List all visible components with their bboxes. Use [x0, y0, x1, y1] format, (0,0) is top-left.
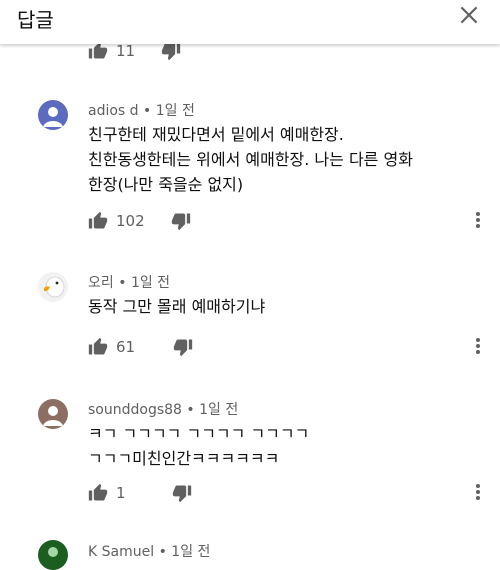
comment-actions: 1 [0, 482, 500, 504]
comment-time: 1일 전 [155, 103, 195, 119]
comment-line: ㅋㄱ ㄱㄱㄱㄱ ㄱㄱㄱㄱ ㄱㄱㄱㄱ [88, 424, 310, 443]
comment-actions: 102 [0, 210, 500, 232]
meta-separator: • [143, 103, 156, 119]
comment-time: 1일 전 [171, 544, 211, 560]
user-avatar-icon [43, 406, 63, 426]
dislike-button[interactable] [173, 337, 193, 357]
like-count: 102 [116, 212, 145, 230]
comment-meta: sounddogs88 • 1일 전 [88, 399, 238, 419]
thumbs-down-icon [172, 485, 191, 503]
replies-header: 답글 [0, 0, 500, 44]
more-options-button[interactable] [474, 336, 482, 356]
thumbs-down-icon [161, 43, 181, 61]
comment-time: 1일 전 [130, 275, 171, 291]
thumbs-down-icon [173, 339, 193, 357]
duck-avatar-icon [44, 276, 65, 298]
header-title: 답글 [17, 8, 54, 32]
meta-separator: • [118, 275, 131, 291]
comment-actions: 61 [0, 336, 500, 358]
avatar[interactable] [38, 100, 68, 130]
comment-text: 친구한테 재밌다면서 밑에서 예매한장. 친한동생한테는 위에서 예매한장. 나… [88, 122, 413, 197]
author-name[interactable]: sounddogs88 [88, 402, 182, 418]
thumbs-up-icon [88, 483, 108, 501]
close-button[interactable] [456, 2, 482, 28]
thumbs-down-icon [171, 213, 190, 231]
dislike-button[interactable] [172, 483, 192, 503]
like-count: 61 [116, 338, 136, 356]
more-options-button[interactable] [474, 482, 482, 502]
like-count: 11 [116, 42, 136, 60]
thumbs-up-icon [88, 211, 108, 229]
user-avatar-icon [48, 547, 58, 557]
comment-text: ㅋㄱ ㄱㄱㄱㄱ ㄱㄱㄱㄱ ㄱㄱㄱㄱ ㄱㄱㄱ미친인간ㅋㅋㅋㅋㅋㅋ [88, 421, 309, 471]
meta-separator: • [158, 544, 172, 560]
like-button[interactable] [88, 211, 108, 231]
user-avatar-icon [43, 107, 63, 127]
author-name[interactable]: 오리 [88, 275, 114, 291]
comment-meta: adios d • 1일 전 [88, 100, 195, 120]
more-vert-icon [476, 338, 480, 342]
like-count: 1 [116, 484, 126, 502]
more-vert-icon [476, 484, 480, 488]
like-button[interactable] [88, 41, 108, 61]
comment-time: 1일 전 [199, 402, 239, 418]
comment-line: 친구한테 재밌다면서 밑에서 예매한장. [88, 125, 344, 144]
comment-meta: 오리 • 1일 전 [88, 272, 170, 292]
comment-meta: K Samuel • 1일 전 [88, 541, 210, 561]
dislike-button[interactable] [161, 41, 181, 61]
comment-text: 동작 그만 몰래 예매하기냐 [88, 294, 265, 319]
close-icon [460, 6, 478, 24]
dislike-button[interactable] [171, 211, 191, 231]
comment-line: 동작 그만 몰래 예매하기냐 [88, 297, 266, 316]
comment-line: ㄱㄱㄱ미친인간ㅋㅋㅋㅋㅋㅋ [88, 449, 280, 468]
avatar[interactable] [38, 540, 68, 570]
comment-line: 친한동생한테는 위에서 예매한장. 나는 다른 영화 [88, 150, 413, 169]
like-button[interactable] [88, 337, 108, 357]
more-vert-icon [476, 212, 480, 216]
thumbs-up-icon [88, 41, 108, 59]
more-options-button[interactable] [474, 210, 482, 230]
thumbs-up-icon [88, 337, 108, 355]
author-name[interactable]: K Samuel [88, 544, 154, 560]
like-button[interactable] [88, 483, 108, 503]
avatar[interactable] [38, 399, 68, 429]
meta-separator: • [186, 402, 200, 418]
avatar[interactable] [38, 272, 68, 302]
author-name[interactable]: adios d [88, 103, 139, 119]
comment-line: 한장(나만 죽을순 없지) [88, 175, 244, 194]
